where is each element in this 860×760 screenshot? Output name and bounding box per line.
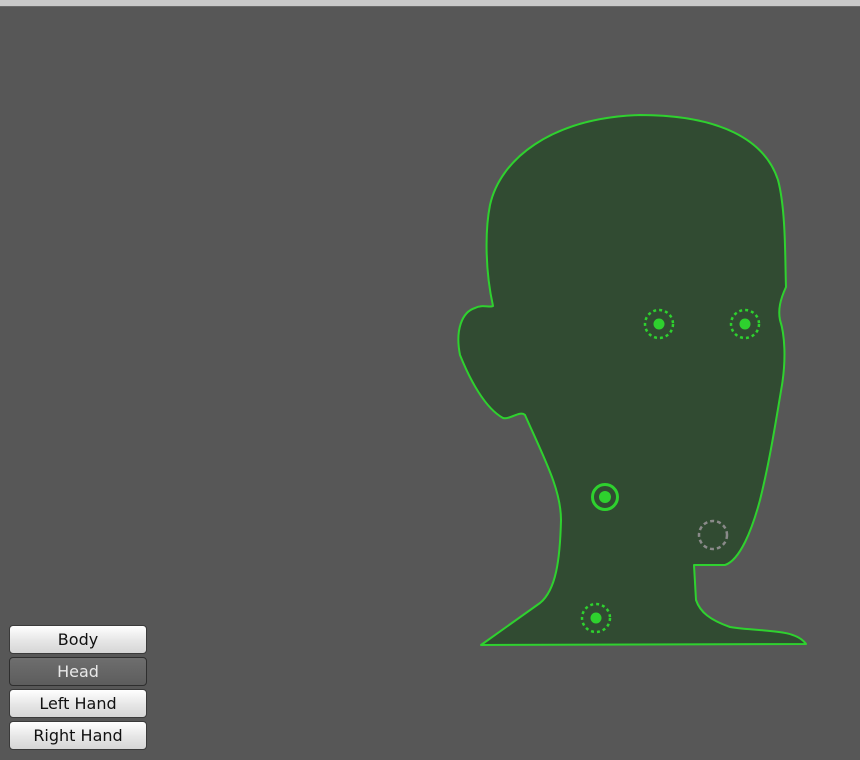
body-button[interactable]: Body (9, 625, 147, 654)
left-hand-button[interactable]: Left Hand (9, 689, 147, 718)
head-button[interactable]: Head (9, 657, 147, 686)
right-hand-button[interactable]: Right Hand (9, 721, 147, 750)
head-silhouette (457, 114, 807, 646)
body-part-selector: Body Head Left Hand Right Hand (9, 625, 147, 753)
